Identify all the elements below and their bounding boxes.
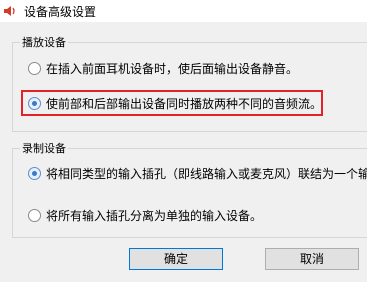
separate-inputs-option-label: 将所有输入插孔分离为单独的输入设备。 (46, 209, 263, 223)
recording-group (12, 148, 367, 238)
window-title: 设备高级设置 (24, 5, 97, 19)
ok-button[interactable]: 确定 (129, 248, 223, 270)
highlight-box (21, 90, 323, 116)
cancel-button[interactable]: 取消 (265, 248, 359, 270)
speaker-icon (2, 3, 18, 19)
recording-group-label: 录制设备 (20, 140, 68, 156)
radio-button[interactable] (28, 167, 41, 180)
title-bar: 设备高级设置 (0, 0, 367, 22)
playback-group (12, 42, 367, 132)
mute-rear-option-label: 在插入前面耳机设备时，使后面输出设备静音。 (46, 62, 299, 76)
radio-button[interactable] (28, 209, 41, 222)
combine-inputs-option-label: 将相同类型的输入插孔（即线路输入或麦克风）联结为一个输 (46, 167, 367, 181)
radio-button[interactable] (28, 62, 41, 75)
playback-group-label: 播放设备 (20, 34, 68, 50)
